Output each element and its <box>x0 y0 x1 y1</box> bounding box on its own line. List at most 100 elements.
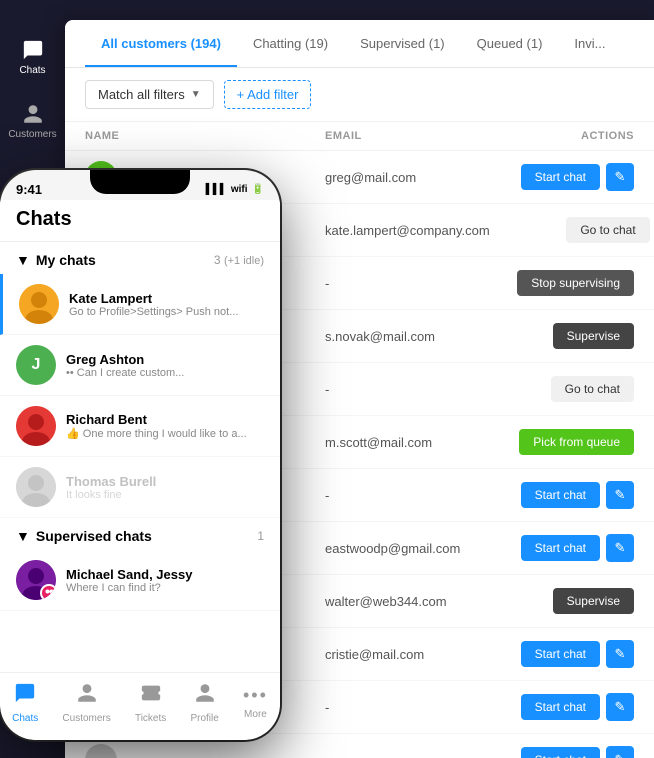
phone-bottom-nav: Chats Customers Tickets <box>0 672 280 740</box>
nav-item-customers[interactable]: Customers <box>62 682 110 724</box>
filter-bar: Match all filters ▼ + Add filter <box>65 68 654 122</box>
nav-more-label: More <box>244 709 267 720</box>
email-cell: - <box>325 753 474 758</box>
start-chat-button[interactable]: Start chat <box>521 694 600 720</box>
add-filter-label: + Add filter <box>237 87 299 102</box>
chat-preview: It looks fine <box>66 489 264 501</box>
sidebar-chats-label: Chats <box>19 65 45 76</box>
col-actions: ACTIONS <box>474 130 634 142</box>
tab-supervised[interactable]: Supervised (1) <box>344 20 461 67</box>
stop-supervising-button[interactable]: Stop supervising <box>517 270 634 296</box>
tab-invited[interactable]: Invi... <box>558 20 621 67</box>
email-cell: kate.lampert@company.com <box>325 223 490 238</box>
phone-screen: 9:41 ▌▌▌ wifi 🔋 Chats ▼ My chats 3 (+1 i… <box>0 170 280 740</box>
actions-cell: Start chat ✎ <box>474 163 634 191</box>
nav-item-tickets[interactable]: Tickets <box>135 682 166 724</box>
actions-cell: Start chat ✎ <box>474 534 634 562</box>
supervise-button[interactable]: Supervise <box>553 588 634 614</box>
chevron-down-icon: ▼ <box>16 528 30 544</box>
email-cell: m.scott@mail.com <box>325 435 474 450</box>
phone-header: Chats <box>0 200 280 242</box>
idle-badge: (+1 idle) <box>224 255 264 267</box>
start-chat-button[interactable]: Start chat <box>521 164 600 190</box>
actions-cell: Start chat ✎ <box>474 640 634 668</box>
chat-item-michael[interactable]: Michael Sand, Jessy Where I can find it? <box>0 550 280 611</box>
chat-info: Greg Ashton •• Can I create custom... <box>66 352 264 379</box>
supervised-chats-section-header: ▼ Supervised chats 1 <box>0 518 280 550</box>
edit-button[interactable]: ✎ <box>606 163 634 191</box>
add-filter-button[interactable]: + Add filter <box>224 80 312 109</box>
edit-button[interactable]: ✎ <box>606 534 634 562</box>
actions-cell: Supervise <box>474 588 634 614</box>
go-to-chat-button[interactable]: Go to chat <box>551 376 634 402</box>
chat-info: Thomas Burell It looks fine <box>66 474 264 501</box>
nav-item-profile[interactable]: Profile <box>190 682 218 724</box>
actions-cell: Start chat ✎ <box>474 481 634 509</box>
pick-from-queue-button[interactable]: Pick from queue <box>519 429 634 455</box>
avatar <box>16 406 56 446</box>
chat-item-greg[interactable]: J Greg Ashton •• Can I create custom... <box>0 335 280 396</box>
email-cell: walter@web344.com <box>325 594 474 609</box>
dropdown-arrow-icon: ▼ <box>191 89 201 100</box>
avatar: J <box>16 345 56 385</box>
supervised-count: 1 <box>257 529 264 543</box>
avatar <box>16 467 56 507</box>
profile-nav-icon <box>194 682 216 710</box>
go-to-chat-button[interactable]: Go to chat <box>566 217 649 243</box>
chat-preview: Go to Profile>Settings> Push not... <box>69 306 264 318</box>
edit-button[interactable]: ✎ <box>606 746 634 758</box>
email-cell: eastwoodp@gmail.com <box>325 541 474 556</box>
avatar <box>19 284 59 324</box>
my-chats-title: ▼ My chats <box>16 252 96 268</box>
table-header: NAME EMAIL ACTIONS <box>65 122 654 151</box>
start-chat-button[interactable]: Start chat <box>521 747 600 758</box>
tab-queued[interactable]: Queued (1) <box>461 20 559 67</box>
nav-profile-label: Profile <box>190 713 218 724</box>
match-all-filters-button[interactable]: Match all filters ▼ <box>85 80 214 109</box>
actions-cell: Supervise <box>474 323 634 349</box>
edit-button[interactable]: ✎ <box>606 693 634 721</box>
nav-chats-label: Chats <box>12 713 38 724</box>
edit-button[interactable]: ✎ <box>606 481 634 509</box>
chat-preview: •• Can I create custom... <box>66 367 264 379</box>
chat-name: Michael Sand, Jessy <box>66 567 264 582</box>
col-email: EMAIL <box>325 130 474 142</box>
supervise-button[interactable]: Supervise <box>553 323 634 349</box>
start-chat-button[interactable]: Start chat <box>521 641 600 667</box>
avatar <box>85 744 117 758</box>
edit-button[interactable]: ✎ <box>606 640 634 668</box>
tab-all-customers[interactable]: All customers (194) <box>85 20 237 67</box>
chats-nav-icon <box>14 682 36 710</box>
chat-info: Michael Sand, Jessy Where I can find it? <box>66 567 264 594</box>
sidebar-customers-label: Customers <box>8 129 56 140</box>
col-name: NAME <box>85 130 325 142</box>
match-all-filters-label: Match all filters <box>98 87 185 102</box>
start-chat-button[interactable]: Start chat <box>521 482 600 508</box>
nav-item-chats[interactable]: Chats <box>12 682 38 724</box>
tab-chatting[interactable]: Chatting (19) <box>237 20 344 67</box>
nav-item-more[interactable]: ••• More <box>243 685 268 720</box>
start-chat-button[interactable]: Start chat <box>521 535 600 561</box>
email-cell: greg@mail.com <box>325 170 474 185</box>
email-cell: - <box>325 488 474 503</box>
actions-cell: Go to chat <box>490 217 650 243</box>
customer-name: r <box>127 753 132 758</box>
avatar <box>16 560 56 600</box>
chat-name: Greg Ashton <box>66 352 264 367</box>
chat-item-richard[interactable]: Richard Bent One more thing I would like… <box>0 396 280 457</box>
email-cell: s.novak@mail.com <box>325 329 474 344</box>
chat-item-kate[interactable]: Kate Lampert Go to Profile>Settings> Pus… <box>0 274 280 335</box>
signal-icon: ▌▌▌ <box>206 184 227 195</box>
email-cell: cristie@mail.com <box>325 647 474 662</box>
chats-icon <box>21 38 45 62</box>
customer-cell: r <box>85 744 325 758</box>
status-time: 9:41 <box>16 182 42 197</box>
phone-overlay: 9:41 ▌▌▌ wifi 🔋 Chats ▼ My chats 3 (+1 i… <box>0 170 280 740</box>
sidebar-item-chats[interactable]: Chats <box>5 30 60 84</box>
sidebar-item-customers[interactable]: Customers <box>5 94 60 148</box>
phone-title: Chats <box>16 208 264 231</box>
actions-cell: Go to chat <box>474 376 634 402</box>
my-chats-count: 3 (+1 idle) <box>214 253 264 267</box>
chat-info: Richard Bent One more thing I would like… <box>66 412 264 440</box>
chat-item-thomas[interactable]: Thomas Burell It looks fine <box>0 457 280 518</box>
